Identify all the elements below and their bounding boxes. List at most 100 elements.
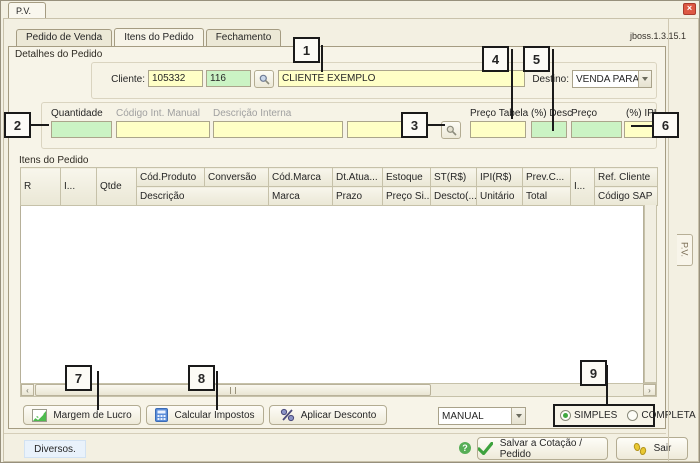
percent-icon bbox=[280, 408, 295, 422]
tab-itens-do-pedido[interactable]: Itens do Pedido bbox=[114, 28, 204, 46]
col-dt-atua[interactable]: Dt.Atua... bbox=[333, 168, 383, 187]
margem-de-lucro-button[interactable]: Margem de Lucro bbox=[23, 405, 141, 425]
col-marca[interactable]: Marca bbox=[269, 187, 333, 206]
col-i2[interactable]: I... bbox=[571, 168, 595, 206]
impostos-label: Calcular Impostos bbox=[174, 410, 254, 421]
side-strip: P.V. bbox=[668, 19, 699, 461]
preco-label: Preço bbox=[571, 108, 597, 119]
modo-dropdown-button[interactable] bbox=[511, 408, 525, 424]
footprints-icon bbox=[633, 442, 647, 456]
diversos-button[interactable]: Diversos. bbox=[24, 440, 86, 458]
tab-pane-itens: Detalhes do Pedido Cliente: 105332 116 C… bbox=[8, 46, 666, 429]
cliente-label: Cliente: bbox=[107, 74, 145, 85]
col-estoque[interactable]: Estoque bbox=[383, 168, 431, 187]
chevron-down-icon bbox=[516, 414, 522, 418]
callout-5: 5 bbox=[523, 46, 550, 72]
tab-fechamento[interactable]: Fechamento bbox=[206, 29, 282, 46]
radio-selected-icon bbox=[560, 410, 571, 421]
margem-label: Margem de Lucro bbox=[53, 410, 131, 421]
radio-simples-label: SIMPLES bbox=[574, 410, 617, 421]
horizontal-scrollbar: ‹ › bbox=[20, 383, 657, 397]
radio-simples[interactable]: SIMPLES bbox=[560, 410, 617, 421]
cliente-nome-field[interactable]: CLIENTE EXEMPLO bbox=[278, 70, 525, 87]
col-total[interactable]: Total bbox=[523, 187, 571, 206]
cliente-loja-field[interactable]: 116 bbox=[206, 70, 251, 87]
item-extra-field[interactable] bbox=[347, 121, 403, 138]
tab-pedido-de-venda[interactable]: Pedido de Venda bbox=[16, 29, 112, 46]
side-tab-pv[interactable]: P.V. bbox=[677, 234, 693, 266]
modo-select[interactable]: MANUAL bbox=[438, 407, 526, 425]
window-tab-pv[interactable]: P.V. bbox=[8, 2, 46, 18]
callout-line-1 bbox=[321, 45, 323, 72]
col-cod-produto[interactable]: Cód.Produto bbox=[137, 168, 205, 187]
itens-table-body[interactable] bbox=[20, 206, 644, 384]
callout-8: 8 bbox=[188, 365, 215, 391]
itens-title: Itens do Pedido bbox=[19, 155, 89, 166]
aplicar-desconto-button[interactable]: Aplicar Desconto bbox=[269, 405, 387, 425]
quantidade-field[interactable] bbox=[51, 121, 112, 138]
col-ref-cliente[interactable]: Ref. Cliente bbox=[595, 168, 658, 187]
vertical-scrollbar[interactable] bbox=[644, 205, 657, 383]
col-st[interactable]: ST(R$) bbox=[431, 168, 477, 187]
modo-radio-group: SIMPLES COMPLETA bbox=[553, 404, 655, 427]
main-panel: jboss.1.3.15.1 Pedido de Venda Itens do … bbox=[3, 18, 699, 462]
scroll-right-button[interactable]: › bbox=[643, 384, 656, 396]
col-prazo[interactable]: Prazo bbox=[333, 187, 383, 206]
callout-line-3 bbox=[427, 124, 445, 126]
col-qtde[interactable]: Qtde bbox=[97, 168, 137, 206]
cliente-codigo-field[interactable]: 105332 bbox=[148, 70, 203, 87]
callout-line-5 bbox=[552, 49, 554, 131]
profit-chart-icon bbox=[32, 409, 47, 422]
callout-6: 6 bbox=[652, 112, 679, 138]
col-prev-c[interactable]: Prev.C... bbox=[523, 168, 571, 187]
callout-line-2 bbox=[29, 124, 49, 126]
callout-line-4 bbox=[511, 49, 513, 119]
modo-value: MANUAL bbox=[442, 411, 484, 422]
callout-9: 9 bbox=[580, 360, 607, 386]
quantidade-label: Quantidade bbox=[51, 108, 103, 119]
col-codigo-sap[interactable]: Código SAP bbox=[595, 187, 658, 206]
col-r[interactable]: R bbox=[21, 168, 61, 206]
callout-line-6 bbox=[631, 125, 654, 127]
preco-field[interactable] bbox=[571, 121, 622, 138]
search-icon bbox=[446, 125, 457, 136]
cliente-search-button[interactable] bbox=[254, 70, 274, 88]
detalhes-title: Detalhes do Pedido bbox=[15, 49, 102, 60]
callout-3: 3 bbox=[401, 112, 428, 138]
callout-2: 2 bbox=[4, 112, 31, 138]
footer-bar: Diversos. ? Salvar a Cotação / Pedido Sa… bbox=[4, 433, 666, 462]
col-ipi[interactable]: IPI(R$) bbox=[477, 168, 523, 187]
salvar-label: Salvar a Cotação / Pedido bbox=[500, 438, 607, 460]
col-conversao[interactable]: Conversão bbox=[205, 168, 269, 187]
help-icon[interactable]: ? bbox=[459, 442, 471, 454]
col-descricao[interactable]: Descrição bbox=[137, 187, 269, 206]
close-button[interactable]: × bbox=[683, 3, 696, 15]
col-preco-si[interactable]: Preço Si... bbox=[383, 187, 431, 206]
codigo-int-field[interactable] bbox=[116, 121, 210, 138]
calcular-impostos-button[interactable]: Calcular Impostos bbox=[146, 405, 264, 425]
col-i1[interactable]: I... bbox=[61, 168, 97, 206]
callout-1: 1 bbox=[293, 37, 320, 63]
scrollbar-grip-icon bbox=[230, 387, 236, 394]
itens-table: R I... Qtde Cód.Produto Conversão Cód.Ma… bbox=[20, 167, 657, 384]
salvar-button[interactable]: Salvar a Cotação / Pedido bbox=[477, 437, 608, 460]
callout-7: 7 bbox=[65, 365, 92, 391]
desc-percent-field[interactable] bbox=[531, 121, 567, 138]
callout-4: 4 bbox=[482, 46, 509, 72]
window-tab-label: P.V. bbox=[16, 6, 31, 16]
destino-value: VENDA PARA REVEN... bbox=[576, 74, 638, 85]
scroll-left-button[interactable]: ‹ bbox=[21, 384, 34, 396]
col-unitario[interactable]: Unitário bbox=[477, 187, 523, 206]
destino-select[interactable]: VENDA PARA REVEN... bbox=[572, 70, 652, 88]
col-cod-marca[interactable]: Cód.Marca bbox=[269, 168, 333, 187]
check-icon bbox=[478, 442, 493, 455]
preco-tabela-field[interactable] bbox=[470, 121, 526, 138]
chevron-down-icon bbox=[642, 77, 648, 81]
destino-dropdown-button[interactable] bbox=[638, 71, 651, 87]
preco-tabela-label: Preço Tabela bbox=[470, 108, 528, 119]
col-descto[interactable]: Descto(... bbox=[431, 187, 477, 206]
calculator-icon bbox=[155, 408, 168, 422]
itens-header: R I... Qtde Cód.Produto Conversão Cód.Ma… bbox=[20, 167, 658, 206]
descricao-interna-field[interactable] bbox=[213, 121, 343, 138]
scrollbar-thumb[interactable] bbox=[35, 384, 431, 396]
